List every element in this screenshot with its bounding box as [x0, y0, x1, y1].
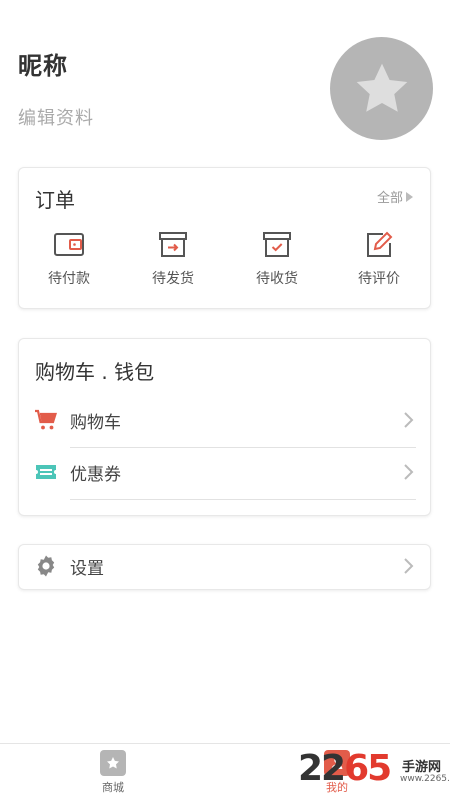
- cart-row[interactable]: 购物车: [18, 395, 431, 447]
- watermark-url: www.2265.com: [400, 774, 450, 784]
- tab-store[interactable]: 商城: [83, 750, 143, 795]
- watermark-logo: 2265 手游网 www.2265.com: [298, 748, 450, 794]
- orders-title: 订单: [35, 188, 75, 212]
- divider: [70, 499, 416, 500]
- settings-row[interactable]: 设置: [18, 541, 431, 593]
- coupon-row[interactable]: 优惠券: [18, 447, 431, 499]
- see-all-label: 全部: [376, 191, 403, 206]
- box-receive-icon: [263, 232, 291, 257]
- wallet-icon: [54, 233, 84, 256]
- chevron-right-icon: [404, 412, 414, 428]
- wallet-title: 购物车 . 钱包: [35, 360, 155, 384]
- watermark-text: 手游网: [402, 760, 442, 775]
- order-to-review[interactable]: 待评价: [339, 230, 419, 288]
- order-status-row: 待付款 待发货 待收货 待评价: [18, 230, 431, 290]
- store-icon: [100, 750, 126, 776]
- star-icon: [356, 63, 407, 112]
- box-send-icon: [159, 232, 187, 257]
- watermark-number-b: 65: [344, 748, 392, 789]
- profile-header: 昵称 编辑资料: [0, 0, 450, 150]
- order-status-label: 待收货: [256, 271, 298, 287]
- order-status-label: 待付款: [48, 271, 90, 287]
- order-to-ship[interactable]: 待发货: [133, 230, 213, 288]
- chevron-right-icon: [404, 558, 414, 574]
- gear-icon: [37, 555, 55, 577]
- see-all-orders-link[interactable]: 全部: [377, 187, 413, 206]
- cart-icon: [35, 409, 57, 430]
- nickname: 昵称: [18, 52, 68, 80]
- settings-label: 设置: [70, 559, 104, 579]
- tab-label: 商城: [102, 781, 124, 794]
- order-status-label: 待发货: [152, 271, 194, 287]
- cart-label: 购物车: [70, 413, 121, 433]
- coupon-icon: [36, 465, 56, 479]
- watermark-number-a: 22: [298, 748, 346, 789]
- order-status-label: 待评价: [358, 271, 400, 287]
- order-to-receive[interactable]: 待收货: [237, 230, 317, 288]
- order-pending-payment[interactable]: 待付款: [29, 230, 109, 288]
- watermark-number: 2265: [298, 748, 392, 789]
- avatar[interactable]: [330, 37, 433, 140]
- chevron-right-icon: [406, 191, 413, 202]
- pencil-review-icon: [367, 231, 393, 257]
- chevron-right-icon: [404, 464, 414, 480]
- coupon-label: 优惠券: [70, 465, 121, 485]
- edit-profile-link[interactable]: 编辑资料: [18, 104, 94, 130]
